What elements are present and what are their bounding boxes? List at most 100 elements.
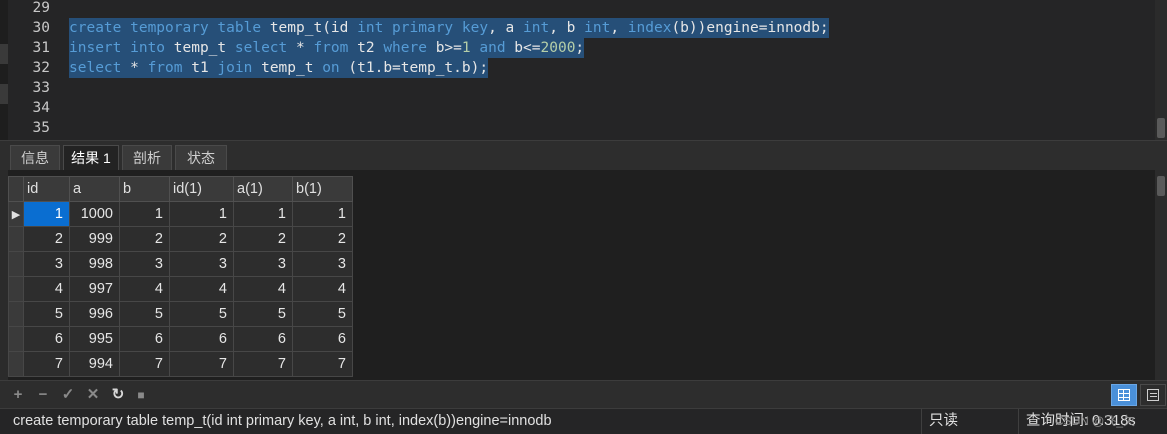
sql-token: b<= — [514, 40, 541, 56]
table-cell[interactable]: 5 — [23, 301, 70, 327]
table-cell[interactable]: 996 — [69, 301, 120, 327]
table-cell[interactable]: 4 — [119, 276, 170, 302]
row-header[interactable] — [8, 301, 24, 327]
table-cell[interactable]: 5 — [169, 301, 234, 327]
table-cell[interactable]: 1 — [292, 201, 353, 227]
table-cell[interactable]: 998 — [69, 251, 120, 277]
sql-token: t1 — [191, 60, 218, 76]
column-header-b[interactable]: b — [119, 176, 170, 202]
table-cell[interactable]: 1 — [119, 201, 170, 227]
stop-icon[interactable]: ■ — [133, 386, 149, 404]
table-cell[interactable]: 7 — [169, 351, 234, 377]
add-record-button[interactable]: + — [10, 386, 26, 404]
sql-editor[interactable]: 29 30 create temporary table temp_t(id int… — [0, 0, 1167, 140]
editor-scroll-thumb[interactable] — [1157, 118, 1165, 138]
row-header[interactable] — [8, 276, 24, 302]
table-cell[interactable]: 2 — [169, 226, 234, 252]
code-line[interactable]: 31 insert into temp_t select * from t2 wh… — [0, 38, 585, 58]
code-line[interactable]: 30 create temporary table temp_t(id int p… — [0, 18, 829, 38]
table-row[interactable]: 6 995 6 6 6 6 — [8, 326, 353, 352]
table-cell[interactable]: 5 — [119, 301, 170, 327]
sql-keyword: create — [69, 20, 131, 36]
line-number: 35 — [32, 120, 50, 136]
table-cell[interactable]: 995 — [69, 326, 120, 352]
sql-keyword: into — [130, 40, 174, 56]
column-header-b-1[interactable]: b(1) — [292, 176, 353, 202]
delete-record-button[interactable]: − — [35, 386, 51, 404]
editor-vertical-scrollbar[interactable] — [1155, 0, 1167, 140]
table-row[interactable]: 7 994 7 7 7 7 — [8, 351, 353, 377]
table-cell[interactable]: 999 — [69, 226, 120, 252]
table-row[interactable]: 5 996 5 5 5 5 — [8, 301, 353, 327]
row-header[interactable] — [8, 351, 24, 377]
table-cell[interactable]: 3 — [233, 251, 293, 277]
tab-profile[interactable]: 剖析 — [122, 145, 172, 170]
code-text: insert into temp_t select * from t2 wher… — [69, 38, 585, 58]
table-cell[interactable]: 994 — [69, 351, 120, 377]
status-query-text: create temporary table temp_t(id int pri… — [13, 413, 552, 429]
table-cell[interactable]: 1000 — [69, 201, 120, 227]
apply-changes-button[interactable]: ✓ — [60, 386, 76, 404]
table-cell[interactable]: 3 — [292, 251, 353, 277]
table-cell[interactable]: 1 — [23, 201, 70, 227]
table-cell[interactable]: 7 — [23, 351, 70, 377]
table-cell[interactable]: 6 — [233, 326, 293, 352]
table-cell[interactable]: 6 — [292, 326, 353, 352]
row-header[interactable] — [8, 326, 24, 352]
tab-status[interactable]: 状态 — [175, 145, 227, 170]
table-cell[interactable]: 3 — [119, 251, 170, 277]
code-line[interactable]: 35 — [0, 118, 50, 138]
code-line[interactable]: 33 — [0, 78, 50, 98]
table-cell[interactable]: 6 — [119, 326, 170, 352]
result-grid-area: id a b id(1) a(1) b(1) ▶ 1 1000 1 1 1 1 2 999 2 2 2… — [0, 170, 1167, 380]
code-line[interactable]: 34 — [0, 98, 50, 118]
column-header-a-1[interactable]: a(1) — [233, 176, 293, 202]
table-row[interactable]: ▶ 1 1000 1 1 1 1 — [8, 201, 353, 227]
code-line[interactable]: 32 select * from t1 join temp_t on (t1.b=… — [0, 58, 489, 78]
table-cell[interactable]: 7 — [292, 351, 353, 377]
table-cell[interactable]: 2 — [23, 226, 70, 252]
table-row[interactable]: 3 998 3 3 3 3 — [8, 251, 353, 277]
grid-vertical-scrollbar[interactable] — [1155, 170, 1167, 380]
tab-result-1[interactable]: 结果 1 — [63, 145, 119, 170]
row-header[interactable] — [8, 226, 24, 252]
status-readonly: 只读 — [929, 413, 958, 429]
row-header[interactable] — [8, 251, 24, 277]
table-cell[interactable]: 7 — [119, 351, 170, 377]
table-cell[interactable]: 4 — [292, 276, 353, 302]
code-line[interactable]: 29 — [0, 0, 50, 18]
table-cell[interactable]: 6 — [169, 326, 234, 352]
table-cell[interactable]: 5 — [233, 301, 293, 327]
table-cell[interactable]: 1 — [233, 201, 293, 227]
discard-changes-button[interactable]: ✕ — [85, 386, 101, 404]
tab-info[interactable]: 信息 — [10, 145, 60, 170]
table-cell[interactable]: 5 — [292, 301, 353, 327]
table-cell[interactable]: 4 — [233, 276, 293, 302]
sql-token: , a — [488, 20, 523, 36]
table-cell[interactable]: 4 — [169, 276, 234, 302]
row-header[interactable]: ▶ — [8, 201, 24, 227]
refresh-icon[interactable]: ↻ — [110, 386, 126, 404]
table-cell[interactable]: 2 — [292, 226, 353, 252]
table-cell[interactable]: 6 — [23, 326, 70, 352]
column-header-id-1[interactable]: id(1) — [169, 176, 234, 202]
table-cell[interactable]: 997 — [69, 276, 120, 302]
column-header-id[interactable]: id — [23, 176, 70, 202]
table-cell[interactable]: 3 — [169, 251, 234, 277]
table-row[interactable]: 4 997 4 4 4 4 — [8, 276, 353, 302]
table-cell[interactable]: 2 — [119, 226, 170, 252]
table-cell[interactable]: 1 — [169, 201, 234, 227]
grid-scroll-thumb[interactable] — [1157, 176, 1165, 196]
table-cell[interactable]: 7 — [233, 351, 293, 377]
grid-view-button[interactable] — [1111, 384, 1137, 406]
sql-token: (t1.b=temp_t.b); — [348, 60, 489, 76]
table-cell[interactable]: 4 — [23, 276, 70, 302]
sql-keyword: int — [584, 20, 611, 36]
table-cell[interactable]: 3 — [23, 251, 70, 277]
form-view-button[interactable] — [1140, 384, 1166, 406]
sql-token: * — [130, 60, 148, 76]
sql-number: 2000 — [540, 40, 576, 56]
table-cell[interactable]: 2 — [233, 226, 293, 252]
column-header-a[interactable]: a — [69, 176, 120, 202]
table-row[interactable]: 2 999 2 2 2 2 — [8, 226, 353, 252]
